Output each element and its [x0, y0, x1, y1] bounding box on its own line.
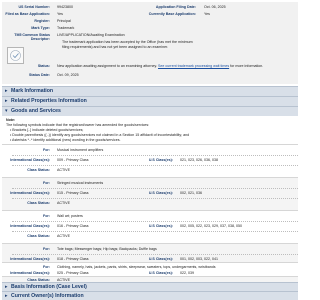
tm5-status-desc-1: The trademark application has been accep… [62, 40, 193, 44]
note-title: Note: [6, 118, 16, 122]
filing-date-label: Application Filing Date: [155, 5, 196, 9]
us-class: 022, 039 [180, 270, 194, 275]
goods-description: Tote bags; Messenger bags; Hip bags; Bac… [57, 247, 157, 251]
goods-description: Musical instrument amplifiers [57, 148, 104, 152]
goods-entry: For: Musical instrument amplifiers Inter… [2, 144, 298, 178]
goods-description: Clothing, namely, hats, jackets, pants, … [57, 265, 216, 269]
international-class: 009 - Primary Class [57, 158, 89, 162]
international-class: 016 - Primary Class [57, 224, 89, 228]
status-label: Status: [37, 64, 50, 68]
tm5-descriptor-label: TM5 Common Status Descriptor: [14, 33, 50, 42]
section-basis-information[interactable]: ▸ Basis Information (Case Level) [2, 282, 298, 291]
filed-as-base-value: Yes [57, 12, 63, 16]
status-summary-table: US Serial Number: 99423800 Application F… [2, 2, 298, 84]
tm5-status-desc-2: filing requirements) and has not yet bee… [62, 45, 169, 49]
international-class: 018 - Primary Class [57, 257, 89, 261]
tm5-status-title: LIVE/APPLICATION/Awaiting Examination [57, 33, 125, 37]
filed-as-base-label: Filed as Base Application: [5, 12, 50, 16]
international-class: 025 - Primary Class [57, 270, 89, 275]
class-status: ACTIVE [57, 234, 70, 238]
goods-entry: For: Clothing, namely, hats, jackets, pa… [2, 262, 298, 277]
status-date-label: Status Date: [29, 73, 50, 77]
processing-wait-times-link[interactable]: See current trademark processing wait ti… [158, 64, 229, 68]
expand-icon: ▸ [5, 293, 8, 299]
currently-base-value: Yes [204, 12, 210, 16]
status-date-value: Oct. 09, 2025 [57, 73, 79, 77]
serial-number-label: US Serial Number: [18, 5, 50, 9]
goods-entry: For: Stringed musical instruments Intern… [2, 177, 298, 211]
expand-icon: ▸ [5, 284, 8, 290]
mark-type-value: Trademark [57, 26, 75, 30]
filing-date-value: Oct. 06, 2025 [204, 5, 226, 9]
section-related-properties[interactable]: ▸ Related Properties Information [2, 96, 298, 106]
us-class: 002, 005, 022, 023, 029, 037, 038, 050 [180, 224, 242, 228]
note-line: The following symbols indicate that the … [6, 123, 150, 127]
goods-description: Wall art; posters [57, 214, 83, 218]
trademark-status-page: US Serial Number: 99423800 Application F… [0, 0, 300, 300]
section-goods-and-services[interactable]: ▾ Goods and Services [2, 106, 298, 116]
section-current-owners[interactable]: ▸ Current Owner(s) Information [2, 291, 298, 300]
expand-icon: ▸ [5, 98, 8, 105]
us-class: 002, 021, 036 [180, 191, 202, 195]
goods-entry: For: Wall art; posters International Cla… [2, 210, 298, 244]
class-status: ACTIVE [57, 168, 70, 172]
international-class: 015 - Primary Class [57, 191, 89, 195]
status-text: New application awaiting assignment to a… [57, 64, 264, 68]
serial-number-value: 99423800 [57, 5, 73, 9]
expand-icon: ▸ [5, 88, 8, 95]
currently-base-label: Currently Base Application: [148, 12, 196, 16]
class-status: ACTIVE [57, 201, 70, 205]
tm5-badge-icon [10, 50, 21, 61]
mark-type-label: Mark Type: [31, 26, 50, 30]
us-class: 001, 002, 003, 022, 041 [180, 257, 218, 261]
us-class: 021, 023, 026, 036, 038 [180, 158, 218, 162]
register-label: Register: [34, 19, 50, 23]
section-mark-information[interactable]: ▸ Mark Information [2, 86, 298, 96]
note-bullet-3: • Asterisks *..* identify additional (ne… [10, 138, 121, 142]
note-bullet-2: • Double parenthesis ((..)) identify any… [10, 133, 190, 137]
collapse-icon: ▾ [5, 108, 8, 115]
note-bullet-1: • Brackets [..] indicate deleted goods/s… [10, 128, 84, 132]
goods-description: Stringed musical instruments [57, 181, 104, 185]
tm5-status-icon [7, 47, 24, 64]
register-value: Principal [57, 19, 71, 23]
